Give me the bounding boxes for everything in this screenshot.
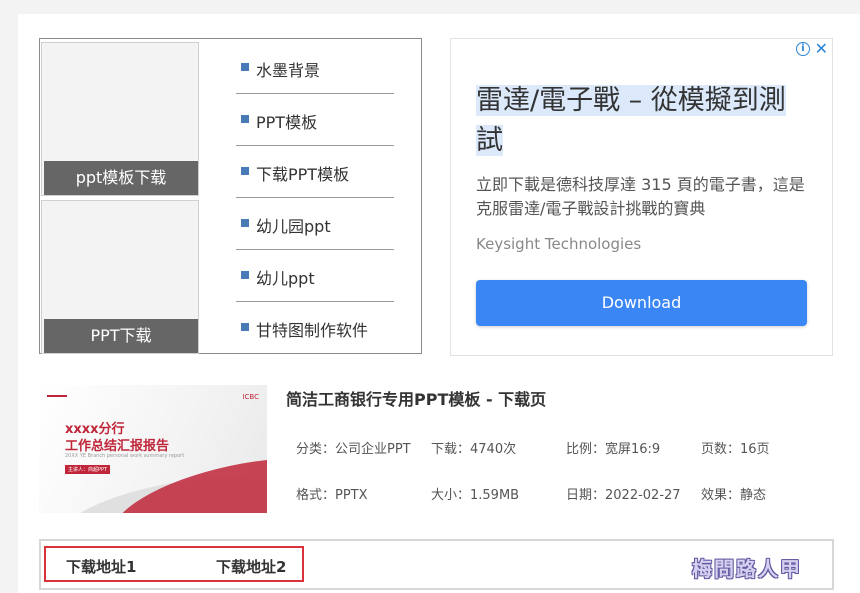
meta-format: 格式：PPTX — [296, 488, 368, 503]
ad-advertiser-name[interactable]: Keysight Technologies — [476, 235, 641, 253]
bullet-square-icon — [241, 219, 249, 227]
advertisement[interactable]: i ✕ 雷達/電子戰 – 從模擬到測試 立即下載是德科技厚達 315 頁的電子書… — [450, 38, 833, 356]
download-links-highlight: 下载地址1 下载地址2 — [44, 546, 304, 582]
related-link-label[interactable]: PPT模板 — [256, 109, 317, 133]
related-link-label[interactable]: 幼儿ppt — [256, 265, 315, 289]
watermark: 梅問路人甲 — [692, 557, 802, 581]
preview-decoration — [47, 395, 67, 397]
related-link-label[interactable]: 幼儿园ppt — [256, 213, 331, 237]
bullet-square-icon — [241, 271, 249, 279]
meta-date: 日期：2022-02-27 — [566, 488, 681, 503]
related-link[interactable]: PPT模板 — [236, 94, 394, 146]
ad-body-text: 立即下載是德科技厚達 315 頁的電子書，這是克服雷達/電子戰設計挑戰的寶典 — [476, 175, 805, 218]
close-icon[interactable]: ✕ — [815, 39, 828, 58]
meta-effect: 效果：静态 — [701, 488, 767, 503]
thumbnail-ppt-download[interactable]: PPT下载 — [41, 200, 199, 354]
bullet-square-icon — [241, 115, 249, 123]
related-link[interactable]: 水墨背景 — [236, 42, 394, 94]
template-preview-image[interactable]: ICBC xxxx分行 工作总结汇报报告 20XX YE Branch pers… — [39, 385, 267, 513]
related-link[interactable]: 幼儿园ppt — [236, 198, 394, 250]
thumbnail-caption[interactable]: ppt模板下载 — [44, 161, 198, 195]
meta-category: 分类：公司企业PPT — [296, 442, 411, 457]
adchoices-info-icon[interactable]: i — [796, 42, 810, 56]
preview-subtitle: 20XX YE Branch personal work summary rep… — [65, 453, 185, 459]
related-link[interactable]: 幼儿ppt — [236, 250, 394, 302]
meta-ratio: 比例：宽屏16:9 — [566, 442, 661, 457]
meta-size: 大小：1.59MB — [431, 488, 520, 503]
preview-title-line: 工作总结汇报报告 — [65, 439, 170, 454]
ad-headline[interactable]: 雷達/電子戰 – 從模擬到測試 — [476, 81, 806, 161]
meta-pages: 页数：16页 — [701, 442, 770, 457]
related-link[interactable]: 甘特图制作软件 — [236, 302, 394, 354]
bullet-square-icon — [241, 63, 249, 71]
related-link-label[interactable]: 水墨背景 — [256, 57, 320, 81]
ad-download-button[interactable]: Download — [476, 280, 807, 326]
meta-downloads: 下载：4740次 — [431, 442, 517, 457]
download-link-2[interactable]: 下载地址2 — [216, 556, 286, 577]
related-links-panel: ppt模板下载 PPT下载 水墨背景 PPT模板 下载PPT模板 幼儿园ppt … — [39, 38, 422, 354]
download-link-1[interactable]: 下载地址1 — [66, 556, 136, 577]
preview-presenter: 主讲人：商超PPT — [65, 465, 111, 474]
bank-logo: ICBC — [242, 393, 259, 401]
thumbnail-ppt-template-download[interactable]: ppt模板下载 — [41, 42, 199, 196]
bullet-square-icon — [241, 167, 249, 175]
bullet-square-icon — [241, 323, 249, 331]
related-link-label[interactable]: 下载PPT模板 — [256, 161, 349, 185]
related-link-label[interactable]: 甘特图制作软件 — [256, 317, 368, 341]
thumbnail-caption[interactable]: PPT下载 — [44, 319, 198, 353]
related-link[interactable]: 下载PPT模板 — [236, 146, 394, 198]
template-title: 简洁工商银行专用PPT模板 - 下载页 — [286, 390, 547, 409]
related-links-list: 水墨背景 PPT模板 下载PPT模板 幼儿园ppt 幼儿ppt 甘特图制作软件 — [236, 42, 394, 354]
